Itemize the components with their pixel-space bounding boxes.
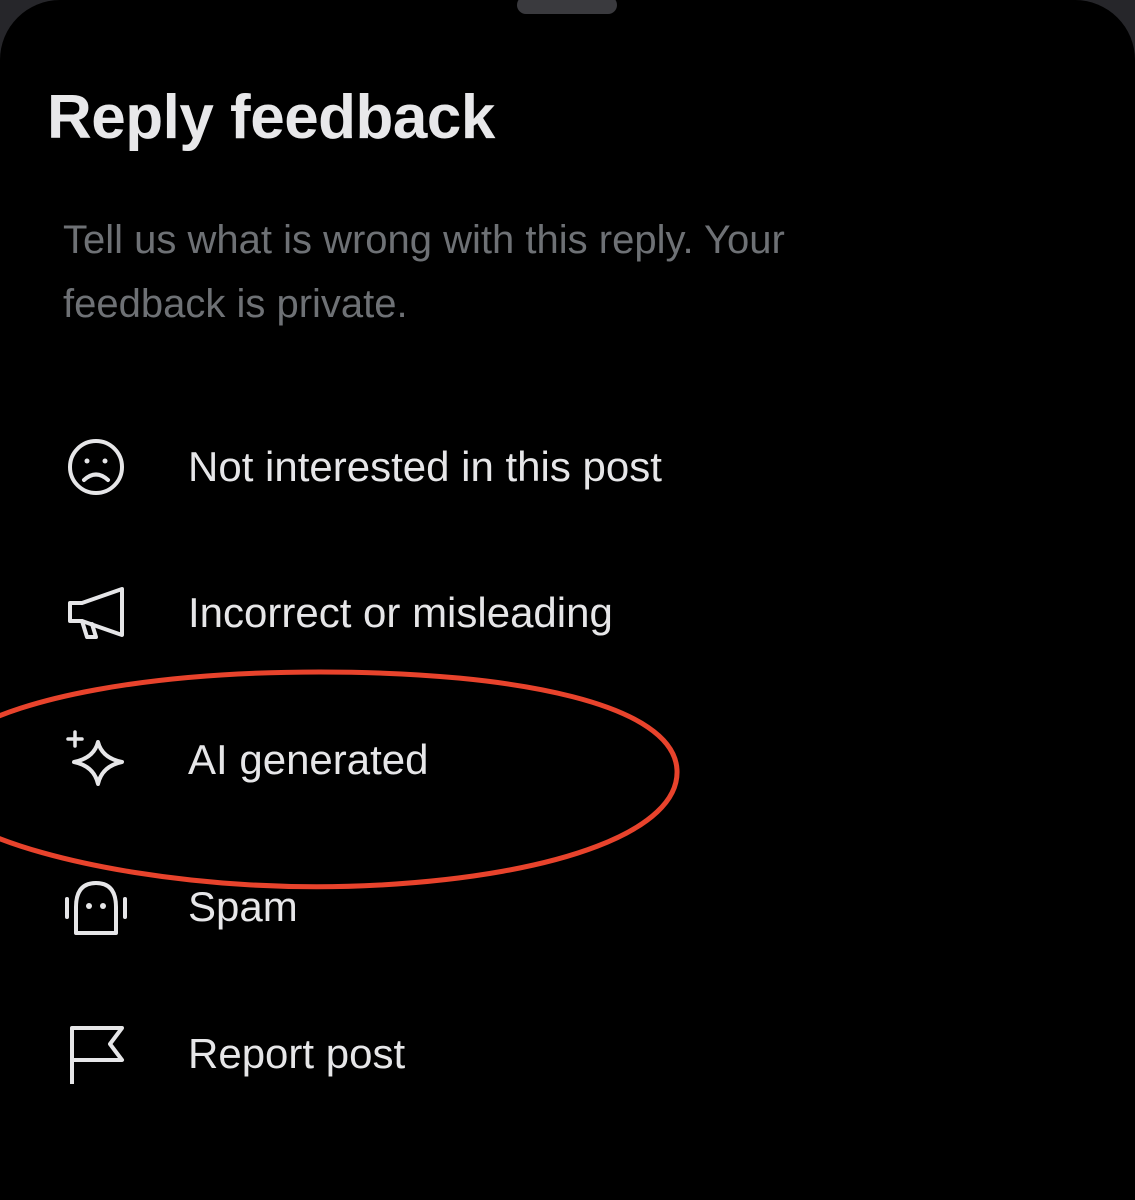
option-label: AI generated xyxy=(188,736,429,783)
option-label: Spam xyxy=(188,883,298,930)
option-not-interested[interactable]: Not interested in this post xyxy=(0,412,1135,522)
option-incorrect-misleading[interactable]: Incorrect or misleading xyxy=(0,558,1135,668)
sheet-grabber-handle[interactable] xyxy=(517,0,617,14)
option-label: Incorrect or misleading xyxy=(188,589,613,636)
option-report-post[interactable]: Report post xyxy=(0,999,1135,1109)
reply-feedback-sheet: Reply feedback Tell us what is wrong wit… xyxy=(0,0,1135,1200)
option-label: Report post xyxy=(188,1030,406,1077)
option-spam[interactable]: Spam xyxy=(0,852,1135,962)
sparkle-icon xyxy=(62,730,128,790)
frown-face-icon xyxy=(62,437,128,497)
option-ai-generated[interactable]: AI generated xyxy=(0,705,1135,815)
sheet-subtitle: Tell us what is wrong with this reply. Y… xyxy=(63,218,785,326)
flag-icon xyxy=(62,1024,128,1084)
sheet-title: Reply feedback xyxy=(47,83,495,152)
option-label: Not interested in this post xyxy=(188,443,662,490)
robot-icon xyxy=(62,877,128,937)
megaphone-icon xyxy=(62,583,128,643)
